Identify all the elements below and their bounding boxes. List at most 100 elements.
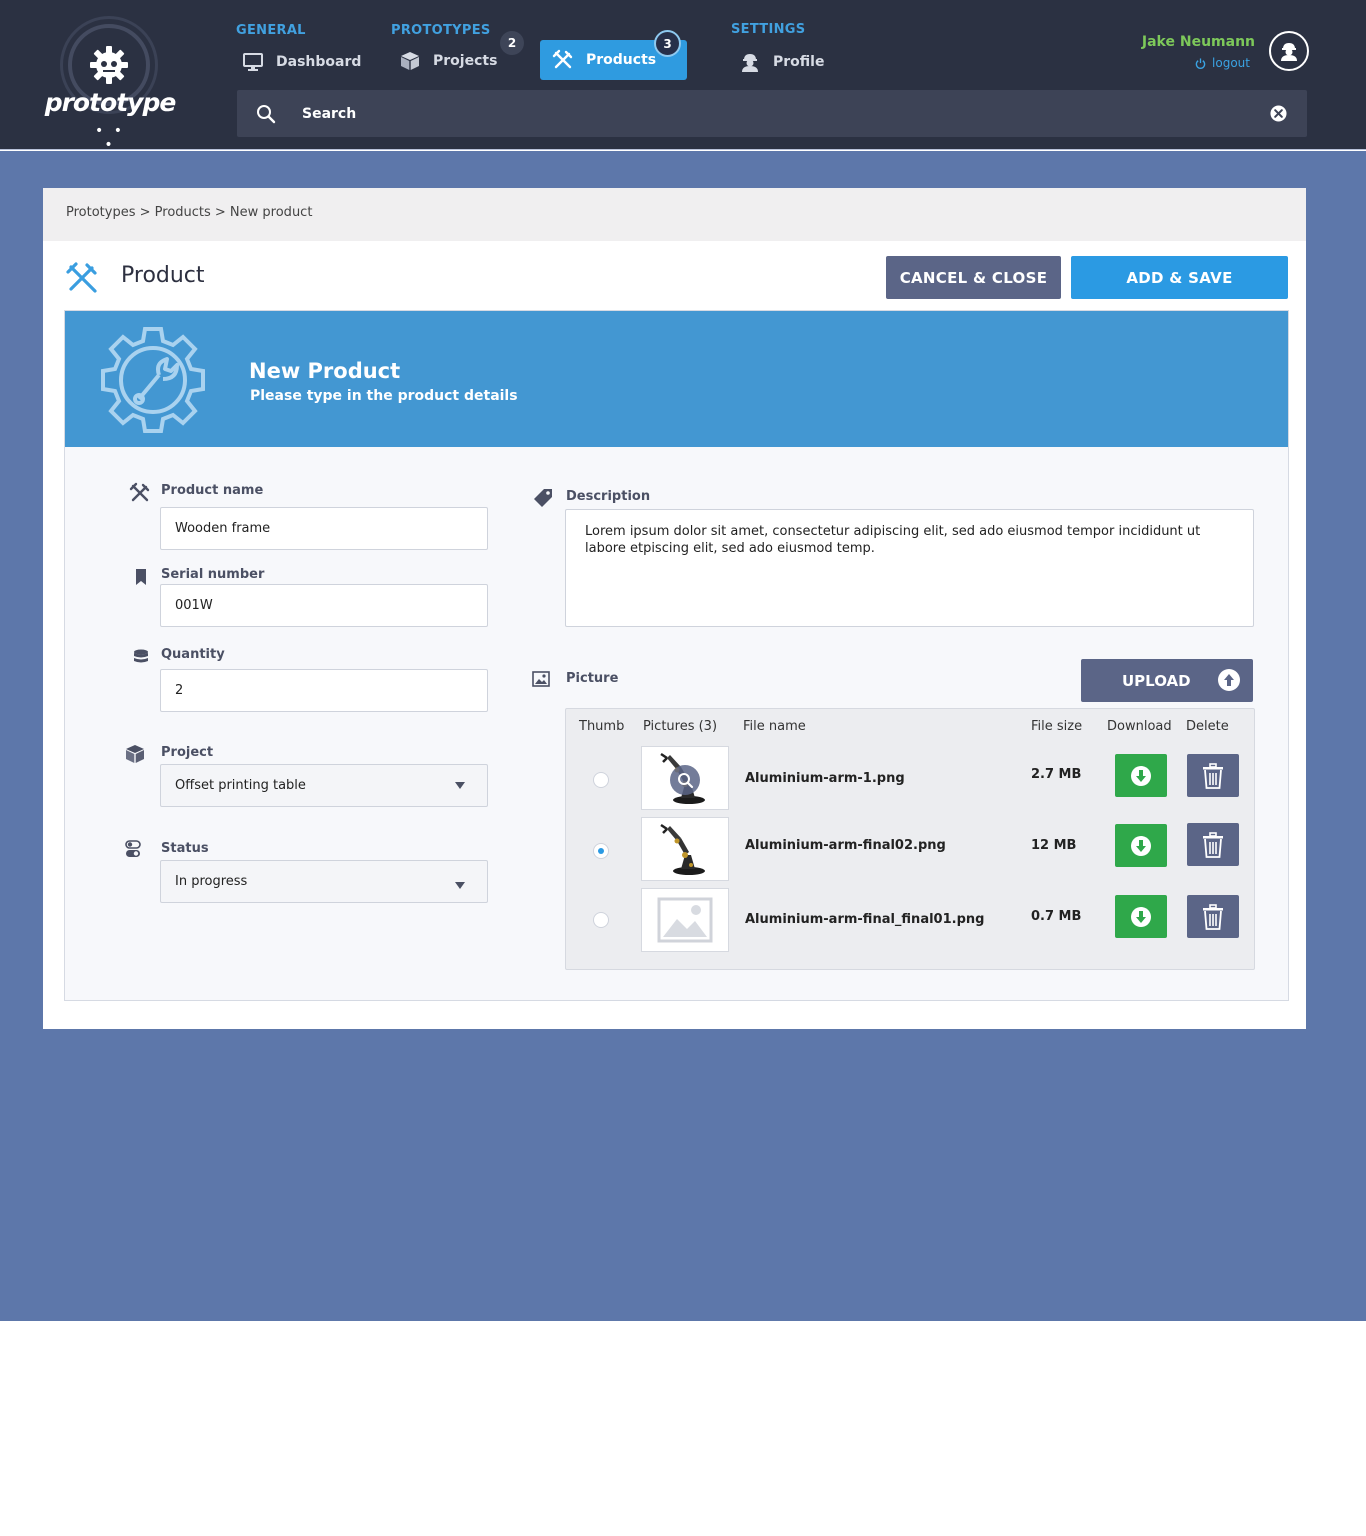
hero-title: New Product (249, 359, 401, 383)
nav-group-settings: SETTINGS (731, 22, 806, 37)
quantity-label: Quantity (161, 647, 225, 662)
hero-subtitle: Please type in the product details (250, 388, 518, 404)
serial-number-label: Serial number (161, 567, 265, 582)
upload-button[interactable]: UPLOAD (1081, 659, 1253, 702)
upload-label: UPLOAD (1122, 672, 1191, 690)
column-header-download: Download (1107, 719, 1172, 734)
column-header-delete: Delete (1186, 719, 1229, 734)
status-select[interactable]: In progress (160, 860, 488, 903)
trash-icon (1203, 903, 1223, 930)
file-name: Aluminium-arm-final_final01.png (745, 912, 985, 927)
search-input[interactable]: Search (295, 106, 1249, 122)
download-button[interactable] (1115, 754, 1167, 797)
project-label: Project (161, 745, 214, 760)
app-logo[interactable]: prototype • • • (40, 14, 180, 152)
quantity-input[interactable]: 2 (160, 669, 488, 712)
worker-icon (737, 51, 763, 73)
product-name-label: Product name (161, 483, 264, 498)
product-name-input[interactable]: Wooden frame (160, 507, 488, 550)
picture-label: Picture (566, 671, 619, 686)
trash-icon (1203, 762, 1223, 789)
column-header-pictures: Pictures (3) (643, 719, 718, 734)
breadcrumb-bar: Prototypes > Products > New product (43, 188, 1306, 241)
nav-item-dashboard[interactable]: Dashboard (240, 42, 370, 82)
user-avatar[interactable] (1269, 31, 1309, 71)
nav-item-profile[interactable]: Profile (737, 42, 847, 82)
robot-arm-image (660, 823, 705, 875)
tools-icon (65, 261, 101, 299)
table-row: Aluminium-arm-final02.png 12 MB (566, 817, 1254, 883)
chevron-down-icon (455, 882, 465, 889)
nav-item-label: Profile (773, 54, 825, 70)
logo-wordmark: prototype (44, 88, 177, 117)
thumb-radio[interactable] (593, 912, 609, 928)
thumb-radio[interactable] (593, 843, 609, 859)
download-icon (1131, 906, 1151, 927)
form-hero: New Product Please type in the product d… (65, 311, 1288, 447)
box-icon (397, 51, 423, 71)
pictures-table: Thumb Pictures (3) File name File size D… (565, 708, 1255, 970)
breadcrumb: Prototypes > Products > New product (66, 205, 313, 220)
upload-arrow-icon (1218, 669, 1240, 691)
description-textarea[interactable]: Lorem ipsum dolor sit amet, consectetur … (565, 509, 1254, 627)
file-size: 0.7 MB (1031, 909, 1082, 924)
toggle-icon (121, 840, 145, 858)
cancel-close-button[interactable]: CANCEL & CLOSE (886, 256, 1061, 299)
nav-group-general: GENERAL (236, 23, 306, 38)
delete-button[interactable] (1187, 895, 1239, 938)
column-header-thumb: Thumb (579, 719, 625, 734)
column-header-file-size: File size (1031, 719, 1083, 734)
worker-avatar-icon (1281, 43, 1297, 61)
picture-thumbnail[interactable] (641, 817, 729, 881)
nav-item-label: Products (586, 52, 657, 68)
tag-icon (531, 488, 555, 508)
delete-button[interactable] (1187, 754, 1239, 797)
search-icon (237, 104, 295, 124)
project-select[interactable]: Offset printing table (160, 764, 488, 807)
bookmark-icon (129, 568, 153, 586)
user-name: Jake Neumann (1141, 34, 1255, 50)
products-count-badge: 3 (654, 30, 681, 57)
projects-count-badge: 2 (500, 31, 524, 55)
download-button[interactable] (1115, 895, 1167, 938)
gear-icon (90, 46, 128, 84)
picture-thumbnail[interactable] (641, 746, 729, 810)
add-save-button[interactable]: ADD & SAVE (1071, 256, 1288, 299)
download-icon (1131, 765, 1151, 786)
chevron-down-icon (455, 782, 465, 789)
project-select-value: Offset printing table (175, 778, 306, 793)
serial-number-input[interactable]: 001W (160, 584, 488, 627)
robot-arm-image (660, 752, 705, 804)
nav-item-label: Projects (433, 53, 498, 69)
search-bar[interactable]: Search (237, 90, 1307, 137)
gear-wrench-icon (101, 327, 205, 433)
tools-icon (128, 482, 152, 504)
top-navbar: prototype • • • GENERAL PROTOTYPES SETTI… (0, 0, 1366, 152)
thumb-radio[interactable] (593, 772, 609, 788)
download-button[interactable] (1115, 824, 1167, 867)
delete-button[interactable] (1187, 823, 1239, 866)
clear-search-icon[interactable] (1249, 105, 1307, 122)
file-size: 2.7 MB (1031, 767, 1082, 782)
file-name: Aluminium-arm-1.png (745, 771, 905, 786)
logout-label: logout (1212, 56, 1250, 70)
picture-thumbnail[interactable] (641, 888, 729, 952)
nav-item-projects[interactable]: Projects (397, 41, 517, 81)
logo-dots: • • • (95, 123, 125, 153)
product-form-card: Prototypes > Products > New product Prod… (43, 188, 1306, 1029)
status-select-value: In progress (175, 874, 248, 889)
table-row: Aluminium-arm-final_final01.png 0.7 MB (566, 888, 1254, 954)
image-icon (529, 671, 553, 687)
file-name: Aluminium-arm-final02.png (745, 838, 946, 853)
trash-icon (1203, 831, 1223, 858)
form-panel: New Product Please type in the product d… (64, 310, 1289, 1001)
logout-link[interactable]: logout (1195, 56, 1250, 70)
tools-icon (550, 49, 576, 71)
stack-icon (129, 649, 153, 665)
box-icon (123, 744, 147, 764)
power-icon (1195, 57, 1206, 69)
nav-group-prototypes: PROTOTYPES (391, 23, 491, 38)
status-label: Status (161, 841, 209, 856)
monitor-icon (240, 53, 266, 71)
column-header-file-name: File name (743, 719, 806, 734)
